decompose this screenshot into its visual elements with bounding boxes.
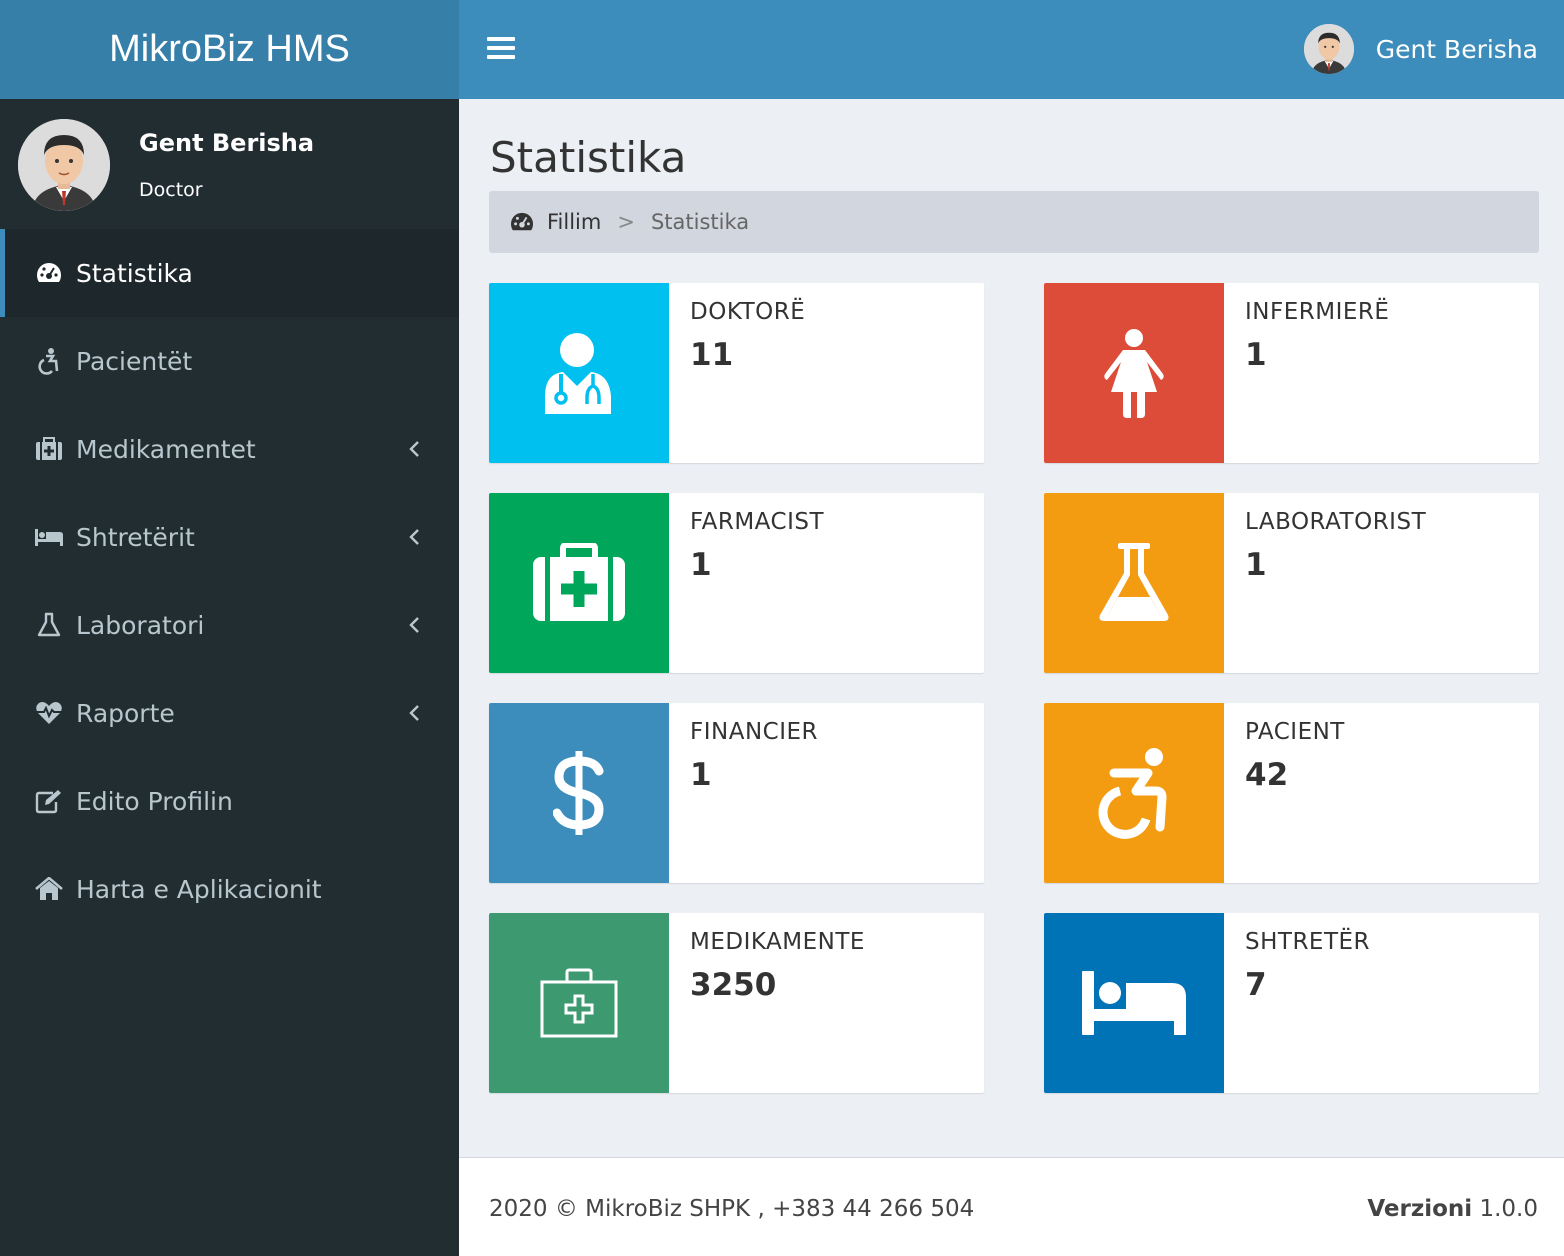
- stat-value: 42: [1245, 757, 1289, 793]
- stat-value: 11: [690, 337, 734, 373]
- stat-icon-box: [489, 913, 669, 1093]
- stat-value: 1: [1245, 337, 1267, 373]
- sidebar-item-label: Laboratori: [76, 610, 205, 640]
- stat-box-shtreter[interactable]: SHTRETËR 7: [1044, 913, 1539, 1093]
- stat-label: LABORATORIST: [1245, 509, 1427, 535]
- stat-value: 7: [1245, 967, 1267, 1003]
- bed-icon: [1082, 971, 1186, 1035]
- medkit-icon: [533, 543, 625, 621]
- breadcrumb-separator: >: [617, 210, 635, 234]
- stat-box-financier[interactable]: FINANCIER 1: [489, 703, 984, 883]
- footer-copyright: 2020 © MikroBiz SHPK , +383 44 266 504: [489, 1196, 975, 1222]
- user-name: Gent Berisha: [139, 129, 315, 157]
- stat-box-infermiere[interactable]: INFERMIERË 1: [1044, 283, 1539, 463]
- page-title: Statistika: [490, 133, 687, 182]
- chevron-left-icon: [409, 705, 419, 721]
- flask-icon: [1099, 543, 1169, 621]
- chevron-left-icon: [409, 617, 419, 633]
- app-logo[interactable]: MikroBiz HMS: [0, 0, 459, 99]
- app-title: MikroBiz HMS: [109, 28, 350, 70]
- wheelchair-icon: [1098, 748, 1167, 839]
- dollar-icon: [553, 751, 604, 835]
- avatar: [1303, 24, 1354, 74]
- version-label: Verzioni: [1367, 1196, 1473, 1222]
- stat-box-pacient[interactable]: PACIENT 42: [1044, 703, 1539, 883]
- chevron-left-icon: [409, 529, 419, 545]
- heartbeat-icon: [34, 698, 64, 728]
- stat-icon-box: [1044, 283, 1224, 463]
- stat-box-laboratorist[interactable]: LABORATORIST 1: [1044, 493, 1539, 673]
- footer: 2020 © MikroBiz SHPK , +383 44 266 504 V…: [459, 1157, 1564, 1256]
- version-number: 1.0.0: [1479, 1196, 1538, 1222]
- stat-box-doktore[interactable]: DOKTORË 11: [489, 283, 984, 463]
- header-user-name: Gent Berisha: [1375, 34, 1538, 64]
- sidebar-item-label: Medikamentet: [76, 434, 256, 464]
- user-doctor-icon: [545, 333, 611, 414]
- footer-version: Verzioni 1.0.0: [1367, 1196, 1538, 1222]
- home-icon: [34, 874, 64, 904]
- stat-label: PACIENT: [1245, 719, 1345, 745]
- sidebar-item-shtreterit[interactable]: Shtretërit: [0, 493, 459, 581]
- stat-value: 3250: [690, 967, 777, 1003]
- wheelchair-icon: [34, 346, 64, 376]
- stat-value: 1: [690, 547, 712, 583]
- edit-icon: [34, 786, 64, 816]
- breadcrumb-current: Statistika: [650, 210, 750, 234]
- sidebar-item-label: Pacientët: [76, 346, 193, 376]
- sidebar-item-label: Statistika: [76, 258, 193, 288]
- stat-label: FARMACIST: [690, 509, 824, 535]
- stat-label: FINANCIER: [690, 719, 819, 745]
- stat-label: INFERMIERË: [1245, 299, 1390, 325]
- sidebar-item-edito-profilin[interactable]: Edito Profilin: [0, 757, 459, 845]
- stat-value: 1: [1245, 547, 1267, 583]
- dashboard-icon: [34, 258, 64, 288]
- user-menu[interactable]: Gent Berisha: [1303, 24, 1538, 74]
- stat-box-farmacist[interactable]: FARMACIST 1: [489, 493, 984, 673]
- sidebar-item-statistika[interactable]: Statistika: [0, 229, 459, 317]
- stat-label: MEDIKAMENTE: [690, 929, 865, 955]
- stat-icon-box: [489, 703, 669, 883]
- sidebar-item-raporte[interactable]: Raporte: [0, 669, 459, 757]
- stat-icon-box: [1044, 703, 1224, 883]
- sidebar-item-label: Harta e Aplikacionit: [76, 874, 322, 904]
- sidebar: MikroBiz HMS Gent Berisha Doctor Statist…: [0, 0, 459, 1256]
- stat-label: SHTRETËR: [1245, 929, 1371, 955]
- medkit-icon: [34, 434, 64, 464]
- sidebar-item-harta-e-aplikacionit[interactable]: Harta e Aplikacionit: [0, 845, 459, 933]
- sidebar-item-pacientet[interactable]: Pacientët: [0, 317, 459, 405]
- sidebar-toggle-button[interactable]: [487, 37, 515, 61]
- sidebar-item-label: Edito Profilin: [76, 786, 233, 816]
- sidebar-item-label: Raporte: [76, 698, 175, 728]
- stat-box-medikamente[interactable]: MEDIKAMENTE 3250: [489, 913, 984, 1093]
- stat-value: 1: [690, 757, 712, 793]
- chevron-left-icon: [409, 441, 419, 457]
- sidebar-item-medikamentet[interactable]: Medikamentet: [0, 405, 459, 493]
- flask-icon: [34, 610, 64, 640]
- stat-icon-box: [489, 493, 669, 673]
- sidebar-menu: Statistika Pacientët Medikamentet Shtret…: [0, 229, 459, 933]
- sidebar-item-laboratori[interactable]: Laboratori: [0, 581, 459, 669]
- bed-icon: [34, 522, 64, 552]
- stat-icon-box: [489, 283, 669, 463]
- stat-icon-box: [1044, 493, 1224, 673]
- dashboard-icon: [511, 212, 533, 231]
- medical-case-icon: [540, 968, 618, 1038]
- top-navbar: Gent Berisha: [459, 0, 1564, 99]
- sidebar-item-label: Shtretërit: [76, 522, 195, 552]
- breadcrumb-home-link[interactable]: Fillim: [547, 210, 601, 234]
- breadcrumb: Fillim > Statistika: [489, 191, 1539, 253]
- stat-icon-box: [1044, 913, 1224, 1093]
- stat-label: DOKTORË: [690, 299, 806, 325]
- user-role: Doctor: [139, 179, 203, 201]
- user-panel: Gent Berisha Doctor: [0, 99, 459, 229]
- female-icon: [1104, 329, 1164, 418]
- avatar: [18, 119, 110, 211]
